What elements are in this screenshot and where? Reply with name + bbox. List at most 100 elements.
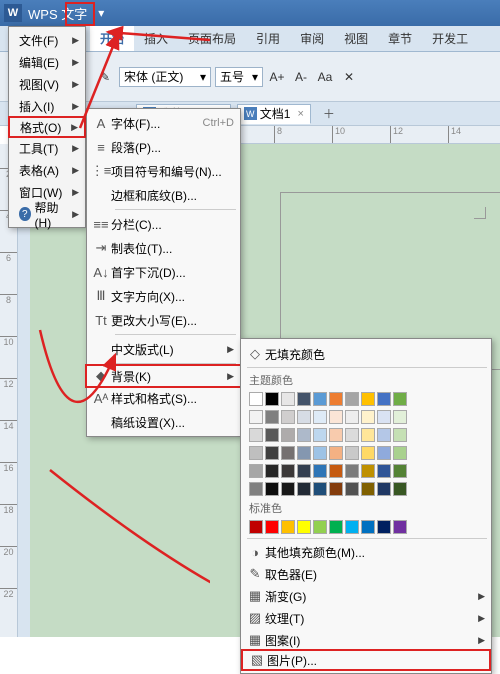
font-combo[interactable]: 宋体 (正文)▾ (119, 67, 211, 87)
color-swatch[interactable] (377, 428, 391, 442)
color-swatch[interactable] (329, 410, 343, 424)
color-swatch[interactable] (265, 392, 279, 406)
color-swatch[interactable] (393, 464, 407, 478)
menubar-item[interactable]: 引用 (246, 26, 290, 51)
color-swatch[interactable] (345, 464, 359, 478)
color-swatch[interactable] (329, 428, 343, 442)
format-menu-item[interactable]: 中文版式(L)▶ (87, 337, 240, 361)
format-menu-item[interactable]: 稿纸设置(X)... (87, 410, 240, 434)
color-swatch[interactable] (281, 410, 295, 424)
color-swatch[interactable] (249, 464, 263, 478)
menubar-item[interactable]: 视图 (334, 26, 378, 51)
color-swatch[interactable] (313, 446, 327, 460)
color-swatch[interactable] (361, 464, 375, 478)
color-swatch[interactable] (265, 410, 279, 424)
bg-menu-item[interactable]: ▧图片(P)... (241, 649, 491, 671)
color-swatch[interactable] (313, 520, 327, 534)
format-menu-item[interactable]: ≡段落(P)... (87, 135, 240, 159)
format-menu-item[interactable]: ⇥制表位(T)... (87, 236, 240, 260)
color-swatch[interactable] (393, 428, 407, 442)
color-swatch[interactable] (281, 392, 295, 406)
close-icon[interactable]: × (297, 108, 303, 120)
menubar-item[interactable]: 插入 (134, 26, 178, 51)
color-swatch[interactable] (249, 446, 263, 460)
grow-font-icon[interactable]: A+ (267, 67, 287, 87)
menubar-item[interactable]: 开始 (90, 26, 134, 51)
classic-menu-item[interactable]: 格式(O)▶ (8, 116, 86, 138)
color-swatch[interactable] (265, 464, 279, 478)
case-icon[interactable]: Aa (315, 67, 335, 87)
color-swatch[interactable] (281, 482, 295, 496)
bg-menu-item[interactable]: ✎取色器(E) (241, 563, 491, 585)
color-swatch[interactable] (361, 520, 375, 534)
document-tab[interactable]: W 文档1 × (237, 104, 311, 124)
format-menu-item[interactable]: A↓首字下沉(D)... (87, 260, 240, 284)
color-swatch[interactable] (361, 428, 375, 442)
color-swatch[interactable] (361, 410, 375, 424)
color-swatch[interactable] (313, 410, 327, 424)
color-swatch[interactable] (377, 520, 391, 534)
color-swatch[interactable] (377, 464, 391, 478)
classic-menu-item[interactable]: 工具(T)▶ (9, 137, 85, 159)
color-swatch[interactable] (281, 520, 295, 534)
color-swatch[interactable] (329, 446, 343, 460)
format-painter-icon[interactable]: ✎ (95, 67, 115, 87)
bg-menu-item[interactable]: ◑其他填充颜色(M)... (241, 541, 491, 563)
color-swatch[interactable] (345, 446, 359, 460)
color-swatch[interactable] (361, 446, 375, 460)
bg-menu-item[interactable]: ▦图案(I)▶ (241, 629, 491, 651)
color-swatch[interactable] (329, 482, 343, 496)
color-swatch[interactable] (249, 428, 263, 442)
color-swatch[interactable] (297, 464, 311, 478)
format-menu-item[interactable]: ⋮≡项目符号和编号(N)... (87, 159, 240, 183)
shrink-font-icon[interactable]: A- (291, 67, 311, 87)
classic-menu-item[interactable]: ?帮助(H)▶ (9, 203, 85, 225)
color-swatch[interactable] (329, 464, 343, 478)
color-swatch[interactable] (297, 410, 311, 424)
color-swatch[interactable] (393, 520, 407, 534)
color-swatch[interactable] (313, 392, 327, 406)
color-swatch[interactable] (393, 482, 407, 496)
classic-menu-item[interactable]: 表格(A)▶ (9, 159, 85, 181)
color-swatch[interactable] (345, 520, 359, 534)
color-swatch[interactable] (313, 464, 327, 478)
classic-menu-item[interactable]: 插入(I)▶ (9, 95, 85, 117)
color-swatch[interactable] (377, 410, 391, 424)
color-swatch[interactable] (297, 446, 311, 460)
color-swatch[interactable] (329, 520, 343, 534)
color-swatch[interactable] (281, 464, 295, 478)
color-swatch[interactable] (281, 446, 295, 460)
format-menu-item[interactable]: A字体(F)...Ctrl+D (87, 111, 240, 135)
color-swatch[interactable] (265, 520, 279, 534)
clear-format-icon[interactable]: ✕ (339, 67, 359, 87)
color-swatch[interactable] (313, 428, 327, 442)
color-swatch[interactable] (377, 482, 391, 496)
color-swatch[interactable] (329, 392, 343, 406)
no-fill-item[interactable]: ◇无填充颜色 (241, 343, 491, 365)
color-swatch[interactable] (393, 392, 407, 406)
classic-menu-item[interactable]: 视图(V)▶ (9, 73, 85, 95)
qat-dropdown[interactable]: ▾ (93, 5, 109, 21)
color-swatch[interactable] (345, 410, 359, 424)
format-menu-item[interactable]: ◆背景(K)▶ (85, 364, 242, 388)
classic-menu-item[interactable]: 编辑(E)▶ (9, 51, 85, 73)
format-menu-item[interactable]: Tt更改大小写(E)... (87, 308, 240, 332)
color-swatch[interactable] (345, 428, 359, 442)
menubar-item[interactable]: 审阅 (290, 26, 334, 51)
color-swatch[interactable] (249, 410, 263, 424)
size-combo[interactable]: 五号▾ (215, 67, 263, 87)
color-swatch[interactable] (297, 482, 311, 496)
format-menu-item[interactable]: Aᴬ样式和格式(S)... (87, 386, 240, 410)
format-menu-item[interactable]: Ⅲ文字方向(X)... (87, 284, 240, 308)
color-swatch[interactable] (361, 482, 375, 496)
bg-menu-item[interactable]: ▦渐变(G)▶ (241, 585, 491, 607)
color-swatch[interactable] (393, 410, 407, 424)
color-swatch[interactable] (265, 482, 279, 496)
color-swatch[interactable] (361, 392, 375, 406)
color-swatch[interactable] (313, 482, 327, 496)
new-tab-icon[interactable]: ＋ (323, 105, 341, 123)
classic-menu-item[interactable]: 文件(F)▶ (9, 29, 85, 51)
color-swatch[interactable] (249, 520, 263, 534)
color-swatch[interactable] (297, 428, 311, 442)
color-swatch[interactable] (265, 428, 279, 442)
